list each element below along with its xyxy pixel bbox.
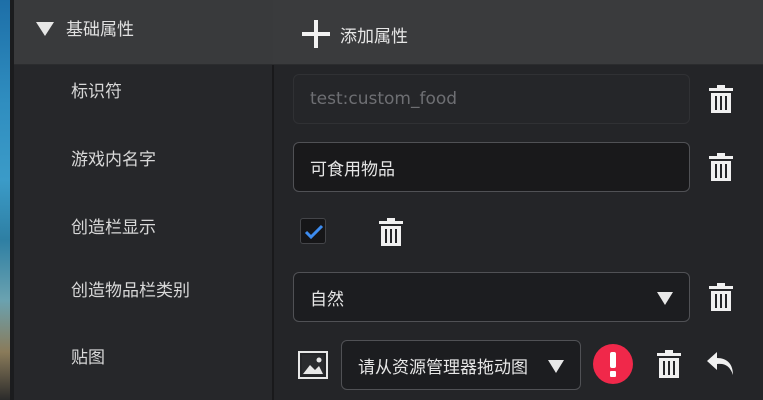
creative-category-value: 自然 [310, 289, 344, 310]
trash-icon[interactable] [709, 153, 733, 181]
background-strip [0, 0, 14, 400]
chevron-down-icon [548, 360, 564, 373]
undo-icon[interactable] [705, 348, 737, 378]
triangle-down-icon[interactable] [36, 22, 54, 36]
display-name-value: 可食用物品 [310, 159, 395, 180]
exclamation-icon[interactable] [593, 344, 633, 384]
creative-category-select[interactable]: 自然 [293, 272, 690, 322]
label-column: 标识符 游戏内名字 创造栏显示 创造物品栏类别 贴图 [14, 65, 273, 400]
section-header-toggle[interactable]: 基础属性 [14, 0, 273, 64]
attribute-editor: 基础属性 添加属性 标识符 游戏内名字 创造栏显示 创造物品栏类别 贴图 tes… [0, 0, 763, 400]
identifier-field[interactable]: test:custom_food [293, 74, 690, 124]
label-display-name: 游戏内名字 [71, 150, 156, 170]
display-name-field[interactable]: 可食用物品 [293, 142, 690, 192]
identifier-value: test:custom_food [310, 89, 458, 109]
trash-icon[interactable] [379, 218, 403, 246]
texture-select[interactable]: 请从资源管理器拖动图 [341, 340, 581, 390]
label-texture: 贴图 [71, 348, 105, 368]
exclamation-dot [610, 371, 616, 377]
label-creative-visible: 创造栏显示 [71, 218, 156, 238]
trash-icon[interactable] [657, 350, 681, 378]
trash-icon[interactable] [709, 85, 733, 113]
trash-icon[interactable] [709, 283, 733, 311]
chevron-down-icon [657, 292, 673, 305]
label-identifier: 标识符 [71, 82, 122, 102]
exclamation-bar [610, 352, 616, 368]
section-title: 基础属性 [66, 20, 134, 40]
check-icon [304, 224, 324, 240]
image-icon [298, 351, 328, 379]
add-attribute-label: 添加属性 [340, 26, 408, 47]
add-attribute-button[interactable]: 添加属性 [302, 18, 408, 50]
plus-icon [302, 20, 330, 48]
creative-visible-checkbox[interactable] [300, 218, 326, 244]
section-header: 基础属性 添加属性 [14, 0, 763, 65]
label-creative-category: 创造物品栏类别 [71, 281, 190, 301]
texture-value: 请从资源管理器拖动图 [358, 357, 528, 378]
